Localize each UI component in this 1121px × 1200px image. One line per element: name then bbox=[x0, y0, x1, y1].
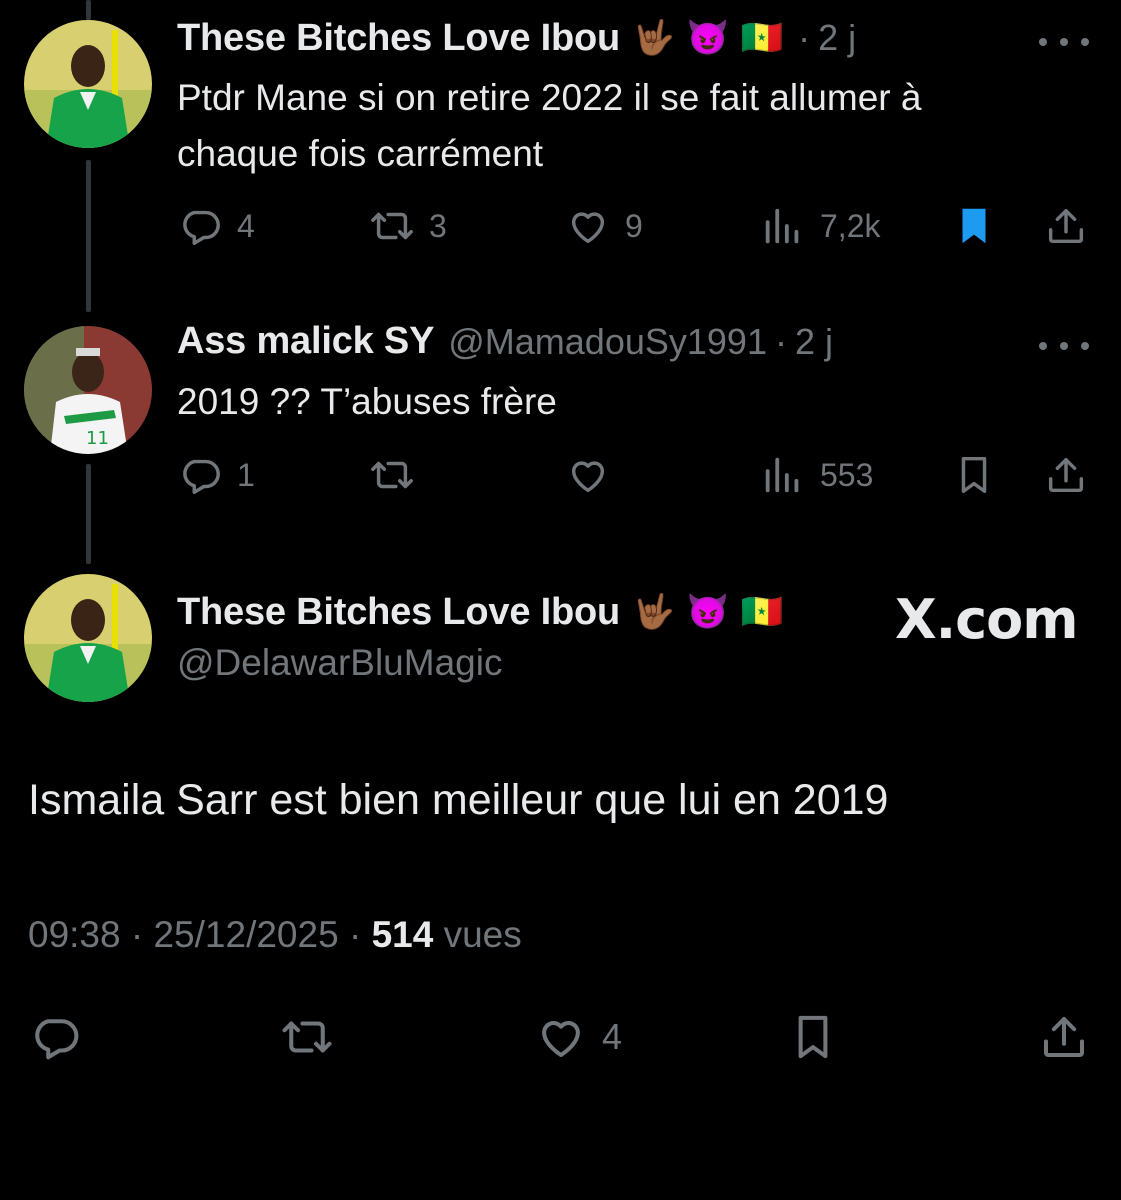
avatar[interactable] bbox=[24, 574, 152, 702]
tweet-header: Ass malick SY @MamadouSy1991 · 2 j bbox=[177, 320, 833, 363]
name-emojis: 🤟🏾 😈 🇸🇳 bbox=[632, 16, 784, 60]
tweet-time[interactable]: 09:38 bbox=[28, 914, 121, 955]
tweet-text: Ptdr Mane si on retire 2022 il se fait a… bbox=[177, 70, 921, 182]
display-name[interactable]: These Bitches Love Ibou bbox=[177, 591, 620, 634]
reply-icon bbox=[183, 210, 220, 245]
thread-line bbox=[86, 160, 91, 312]
timestamp[interactable]: 2 j bbox=[818, 17, 856, 59]
like-button[interactable]: 4 bbox=[534, 1010, 622, 1064]
tweet-text-line: Ptdr Mane si on retire 2022 il se fait a… bbox=[177, 77, 922, 118]
views-button[interactable]: 553 bbox=[760, 452, 873, 498]
share-icon bbox=[1043, 1016, 1085, 1058]
avatar-photo: 11 bbox=[24, 326, 152, 454]
repost-icon bbox=[282, 1021, 332, 1053]
senegal-flag-icon: 🇸🇳 bbox=[740, 593, 784, 631]
bookmark-button[interactable] bbox=[951, 452, 997, 498]
views-button[interactable]: 7,2k bbox=[760, 203, 880, 249]
tweet-actions: 1 553 bbox=[177, 452, 1089, 502]
tweet-actions: 4 3 9 7,2k bbox=[177, 203, 1089, 253]
smiling-devil-emoji-icon: 😈 bbox=[686, 19, 730, 57]
like-icon bbox=[542, 1021, 580, 1058]
views-label: vues bbox=[443, 914, 522, 955]
bookmark-button[interactable] bbox=[786, 1010, 840, 1064]
senegal-flag-icon: 🇸🇳 bbox=[740, 19, 784, 57]
like-count: 4 bbox=[602, 1016, 623, 1057]
views-number: 514 bbox=[371, 914, 434, 955]
bookmark-icon bbox=[798, 1015, 828, 1059]
views-icon bbox=[765, 208, 799, 244]
repost-button[interactable] bbox=[280, 1010, 334, 1064]
timestamp[interactable]: 2 j bbox=[795, 321, 833, 363]
tweet-text: 2019 ?? T’abuses frère bbox=[177, 381, 557, 422]
bookmark-icon bbox=[961, 456, 987, 494]
rock-hand-emoji-icon: 🤟🏾 bbox=[632, 593, 676, 631]
reply-count: 1 bbox=[237, 456, 255, 493]
main-tweet-actions: 4 bbox=[28, 1010, 1093, 1070]
share-icon bbox=[1048, 208, 1084, 244]
tweet-header: These Bitches Love Ibou 🤟🏾 😈 🇸🇳 · 2 j bbox=[177, 16, 856, 60]
like-button[interactable]: 9 bbox=[565, 203, 643, 249]
like-icon bbox=[571, 212, 605, 244]
reply-button[interactable] bbox=[28, 1010, 82, 1064]
separator: · bbox=[798, 17, 811, 58]
avatar-photo bbox=[24, 20, 152, 148]
separator: · bbox=[348, 914, 362, 955]
more-options-icon[interactable] bbox=[1039, 336, 1089, 356]
views-count: 7,2k bbox=[820, 207, 881, 244]
repost-button[interactable] bbox=[369, 452, 415, 498]
avatar[interactable]: 11 bbox=[24, 326, 152, 454]
reply-button[interactable]: 4 bbox=[177, 203, 255, 249]
reply-icon bbox=[35, 1019, 79, 1060]
user-handle[interactable]: @DelawarBluMagic bbox=[177, 642, 502, 684]
display-name[interactable]: These Bitches Love Ibou bbox=[177, 17, 620, 60]
user-handle[interactable]: @MamadouSy1991 bbox=[448, 321, 767, 363]
separator: · bbox=[130, 914, 144, 955]
tweet-meta: 09:38 · 25/12/2025 · 514 vues bbox=[28, 914, 522, 956]
display-name[interactable]: Ass malick SY bbox=[177, 320, 434, 363]
rock-hand-emoji-icon: 🤟🏾 bbox=[632, 19, 676, 57]
main-tweet-text: Ismaila Sarr est bien meilleur que lui e… bbox=[28, 776, 889, 824]
like-button[interactable] bbox=[565, 452, 611, 498]
views-count: 553 bbox=[820, 456, 874, 493]
bookmark-button[interactable] bbox=[951, 203, 997, 249]
share-button[interactable] bbox=[1043, 452, 1089, 498]
separator: · bbox=[774, 320, 787, 362]
avatar[interactable] bbox=[24, 20, 152, 148]
more-options-icon[interactable] bbox=[1039, 32, 1089, 52]
repost-button[interactable]: 3 bbox=[369, 203, 447, 249]
repost-icon bbox=[371, 212, 413, 240]
reply-icon bbox=[183, 459, 220, 494]
like-count: 9 bbox=[625, 207, 643, 244]
share-button[interactable] bbox=[1037, 1010, 1091, 1064]
x-com-watermark: X.com bbox=[895, 588, 1079, 651]
share-button[interactable] bbox=[1043, 203, 1089, 249]
share-icon bbox=[1048, 457, 1084, 493]
svg-text:11: 11 bbox=[86, 428, 109, 449]
name-emojis: 🤟🏾 😈 🇸🇳 bbox=[632, 590, 784, 634]
tweet-text-line: chaque fois carrément bbox=[177, 133, 544, 174]
repost-count: 3 bbox=[429, 207, 447, 244]
main-tweet-header: These Bitches Love Ibou 🤟🏾 😈 🇸🇳 bbox=[177, 590, 784, 634]
bookmark-filled-icon bbox=[962, 208, 986, 244]
smiling-devil-emoji-icon: 😈 bbox=[686, 593, 730, 631]
thread-line bbox=[86, 0, 91, 20]
views-icon bbox=[765, 457, 799, 493]
thread-line bbox=[86, 464, 91, 564]
reply-button[interactable]: 1 bbox=[177, 452, 255, 498]
avatar-photo bbox=[24, 574, 152, 702]
tweet-date[interactable]: 25/12/2025 bbox=[153, 914, 338, 955]
reply-count: 4 bbox=[237, 207, 255, 244]
repost-icon bbox=[371, 461, 413, 489]
like-icon bbox=[571, 461, 605, 493]
